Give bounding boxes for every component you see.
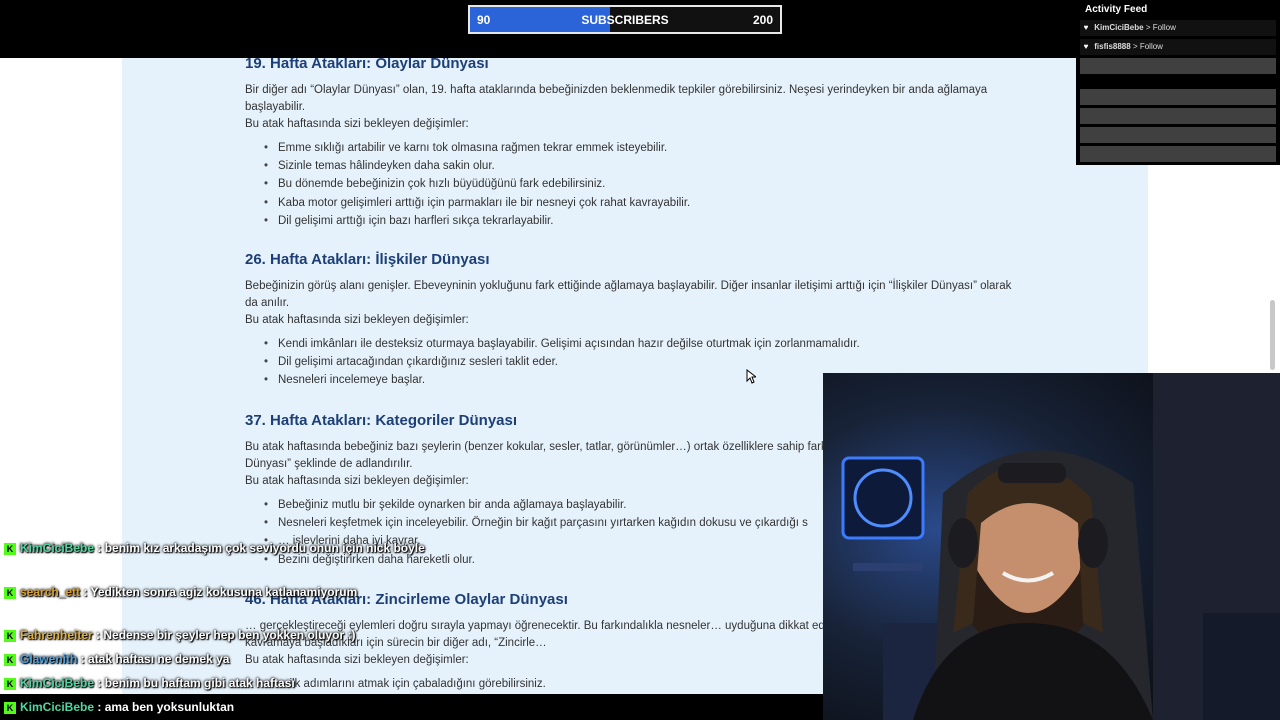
kick-badge-icon: K <box>4 701 16 714</box>
section-intro: Bebeğinizin görüş alanı genişler. Ebevey… <box>245 280 1012 309</box>
activity-item-faded <box>1080 146 1276 162</box>
chat-bottom-bar: K KimCiciBebe : ama ben yoksunluktan <box>0 694 823 720</box>
article-section: 19. Hafta Atakları: Olaylar Dünyası Bir … <box>245 58 1025 230</box>
chat-message: K KimCiciBebe : benim bu haftam gibi atak… <box>4 672 444 694</box>
chat-username: Fahrenheiter <box>20 628 93 642</box>
activity-item: ♥ KimCiciBebe > Follow <box>1080 20 1276 36</box>
list-item: Dil gelişimi artacağından çıkardığınız s… <box>264 353 1025 371</box>
chat-username: KimCiciBebe <box>20 676 95 690</box>
section-heading: 26. Hafta Atakları: İlişkiler Dünyası <box>245 251 490 268</box>
activity-user: fisfis8888 <box>1094 42 1131 51</box>
kick-badge-icon: K <box>4 677 16 690</box>
chat-text: Nedense bir şeyler hep ben yokken oluyor… <box>103 628 356 642</box>
activity-action: > Follow <box>1145 23 1176 32</box>
activity-user: KimCiciBebe <box>1094 23 1144 32</box>
activity-feed-title: Activity Feed <box>1085 4 1148 15</box>
activity-item-faded <box>1080 89 1276 105</box>
mouse-cursor-icon <box>746 369 756 384</box>
subscriber-label: SUBSCRIBERS <box>581 13 669 27</box>
activity-item-faded <box>1080 58 1276 74</box>
chat-overlay: K KimCiciBebe : benim kız arkadaşım çok s… <box>0 515 460 720</box>
chat-message: Ksearch_ett : Yedikten sonra agiz kokusu… <box>4 581 444 603</box>
list-item: Sizinle temas hâlindeyken daha sakin olu… <box>264 157 1025 175</box>
subscriber-goal-bar: 90 SUBSCRIBERS 200 <box>468 5 782 34</box>
chat-text: ama ben yoksunluktan <box>104 700 235 714</box>
list-item: Kendi imkânları ile desteksiz oturmaya b… <box>264 335 1025 353</box>
activity-feed: Activity Feed ♥ KimCiciBebe > Follow ♥ f… <box>1076 0 1280 165</box>
section-subheading: Bu atak haftasında sizi bekleyen değişim… <box>245 118 469 130</box>
chat-username: search_ett <box>20 585 81 599</box>
kick-badge-icon: K <box>4 653 16 666</box>
subscriber-goal: 200 <box>752 13 773 27</box>
chat-text: atak haftası ne demek ya <box>88 652 230 666</box>
section-intro: Bir diğer adı “Olaylar Dünyası” olan, 19… <box>245 84 988 113</box>
chat-username: KimCiciBebe <box>20 700 95 714</box>
list-item: Kaba motor gelişimleri arttığı için parm… <box>264 194 1025 212</box>
activity-action: > Follow <box>1132 42 1163 51</box>
page-scrollbar[interactable] <box>1270 300 1275 370</box>
chat-message: K Glawenith : atak haftası ne demek ya <box>4 648 444 670</box>
section-subheading: Bu atak haftasında sizi bekleyen değişim… <box>245 314 469 326</box>
streamer-camera-image <box>823 373 1280 720</box>
list-item: Dil gelişimi arttığı için bazı harfleri … <box>264 212 1025 230</box>
chat-username: KimCiciBebe <box>20 541 95 555</box>
chat-message: K Fahrenheiter : Nedense bir şeyler hep b… <box>4 624 444 646</box>
chat-username: Glawenith <box>20 652 78 666</box>
chat-text: benim kız arkadaşım çok seviyordu onun i… <box>104 541 425 555</box>
article-section: 26. Hafta Atakları: İlişkiler Dünyası Be… <box>245 251 1025 390</box>
chat-message: K KimCiciBebe : benim kız arkadaşım çok s… <box>4 537 444 559</box>
chat-text: benim bu haftam gibi atak haftası <box>104 676 295 690</box>
activity-item-faded <box>1080 127 1276 143</box>
heart-icon: ♥ <box>1083 23 1089 32</box>
kick-badge-icon: K <box>4 629 16 642</box>
kick-badge-icon: K <box>4 586 16 599</box>
list-item: Emme sıklığı artabilir ve karnı tok olma… <box>264 139 1025 157</box>
chat-text: Yedikten sonra agiz kokusuna katlanamiyo… <box>90 585 358 599</box>
webcam-overlay <box>823 373 1280 720</box>
chat-message: K KimCiciBebe : ama ben yoksunluktan <box>4 696 444 718</box>
section-heading: 19. Hafta Atakları: Olaylar Dünyası <box>245 58 489 72</box>
activity-item-faded <box>1080 108 1276 124</box>
section-list: Emme sıklığı artabilir ve karnı tok olma… <box>245 139 1025 230</box>
heart-icon: ♥ <box>1083 42 1089 51</box>
list-item: Bu dönemde bebeğinizin çok hızlı büyüdüğ… <box>264 175 1025 193</box>
kick-badge-icon: K <box>4 542 16 555</box>
activity-item: ♥ fisfis8888 > Follow <box>1080 39 1276 55</box>
